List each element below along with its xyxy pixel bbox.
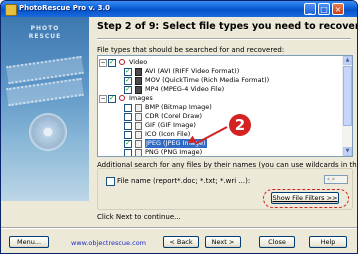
footer-divider [1, 227, 357, 229]
expand-collapse-icon[interactable]: − [99, 95, 107, 103]
step-heading: Step 2 of 9: Select file types you need … [97, 21, 358, 32]
scroll-down-icon[interactable]: ▼ [343, 147, 352, 156]
menu-button[interactable]: Menu... [9, 236, 49, 248]
app-window: PhotoRescue Pro v. 3.0 _ □ × PHOTO RESCU… [0, 0, 358, 254]
website-link[interactable]: www.objectrescue.com [71, 239, 146, 247]
file-icon [135, 113, 142, 121]
tree-file-type-row[interactable]: JPEG (JPEG Image) [98, 139, 342, 148]
file-type-checkbox[interactable] [124, 76, 132, 85]
file-icon [135, 149, 142, 156]
tree-file-type-row[interactable]: AVI (AVI (RIFF Video Format)) [98, 67, 342, 76]
scroll-up-icon[interactable]: ▲ [343, 56, 352, 65]
file-type-checkbox[interactable] [124, 122, 132, 130]
category-icon [119, 59, 125, 65]
next-button[interactable]: Next > [205, 236, 241, 248]
heading-divider [97, 38, 351, 40]
tree-file-type-row[interactable]: BMP (Bitmap Image) [98, 103, 342, 112]
file-type-checkbox[interactable] [124, 104, 132, 112]
tree-item-label: AVI (AVI (RIFF Video Format)) [145, 67, 240, 75]
minimize-button[interactable]: _ [304, 3, 316, 15]
tree-file-type-row[interactable]: MP4 (MPEG-4 Video File) [98, 85, 342, 94]
tree-file-type-row[interactable]: CDR (Corel Draw) [98, 112, 342, 121]
back-button[interactable]: < Back [163, 236, 199, 248]
tree-file-type-row[interactable]: PNG (PNG Image) [98, 148, 342, 156]
title-bar[interactable]: PhotoRescue Pro v. 3.0 _ □ × [1, 1, 357, 17]
help-button[interactable]: Help [309, 236, 347, 248]
file-type-checkbox[interactable] [124, 149, 132, 156]
tree-item-label: CDR (Corel Draw) [145, 112, 203, 120]
film-icon [135, 77, 142, 85]
file-type-checkbox[interactable] [124, 85, 132, 94]
close-window-button[interactable]: × [332, 3, 344, 15]
tree-item-label: BMP (Bitmap Image) [145, 103, 212, 111]
file-type-checkbox[interactable] [124, 67, 132, 76]
wizard-sidebar-banner: PHOTO RESCUE [1, 17, 89, 201]
file-type-checkbox[interactable] [124, 131, 132, 139]
tree-category-row[interactable]: − Video [98, 58, 342, 67]
window-title: PhotoRescue Pro v. 3.0 [19, 4, 111, 12]
annotation-step-badge: 2 [229, 114, 251, 136]
tree-file-type-row[interactable]: MOV (QuickTime (Rich Media Format)) [98, 76, 342, 85]
app-icon [5, 4, 17, 16]
file-name-checkbox[interactable] [106, 177, 115, 186]
file-type-checkbox[interactable] [124, 113, 132, 121]
file-icon [135, 122, 142, 130]
file-icon [135, 140, 142, 148]
sidebar-logo: PHOTO RESCUE [28, 25, 62, 40]
tree-item-label: Images [129, 94, 153, 102]
file-types-label: File types that should be searched for a… [97, 46, 285, 54]
show-file-filters-button[interactable]: Show File Filters >> [271, 192, 339, 204]
tree-category-row[interactable]: − Images [98, 94, 342, 103]
film-icon [135, 86, 142, 94]
file-type-checkbox[interactable] [108, 94, 116, 103]
tree-item-label: Video [129, 58, 148, 66]
disc-graphic [29, 113, 67, 151]
show-file-filters-label: Show File Filters >> [272, 194, 338, 202]
tree-item-label: GIF (GIF Image) [145, 121, 196, 129]
close-button[interactable]: Close [259, 236, 295, 248]
tree-item-label: MOV (QuickTime (Rich Media Format)) [145, 76, 270, 84]
category-icon [119, 95, 125, 101]
tree-scrollbar[interactable]: ▲ ▼ [342, 56, 352, 156]
tree-item-label: ICO (Icon File) [145, 130, 191, 138]
maximize-button[interactable]: □ [318, 3, 330, 15]
file-type-tree[interactable]: − VideoAVI (AVI (RIFF Video Format))MOV (… [97, 55, 353, 157]
scroll-thumb[interactable] [343, 66, 352, 126]
film-icon [135, 68, 142, 76]
footer-hint: Click Next to continue... [97, 213, 181, 221]
expand-collapse-icon[interactable]: − [99, 59, 107, 67]
file-icon [135, 131, 142, 139]
file-type-checkbox[interactable] [124, 139, 132, 148]
tree-item-label: PNG (PNG Image) [145, 148, 203, 156]
file-type-checkbox[interactable] [108, 58, 116, 67]
tree-item-label: MP4 (MPEG-4 Video File) [145, 85, 225, 93]
file-name-input[interactable]: *.* [324, 175, 348, 184]
file-icon [135, 104, 142, 112]
file-name-label: File name (report*.doc; *.txt; *.wri ...… [117, 177, 251, 185]
